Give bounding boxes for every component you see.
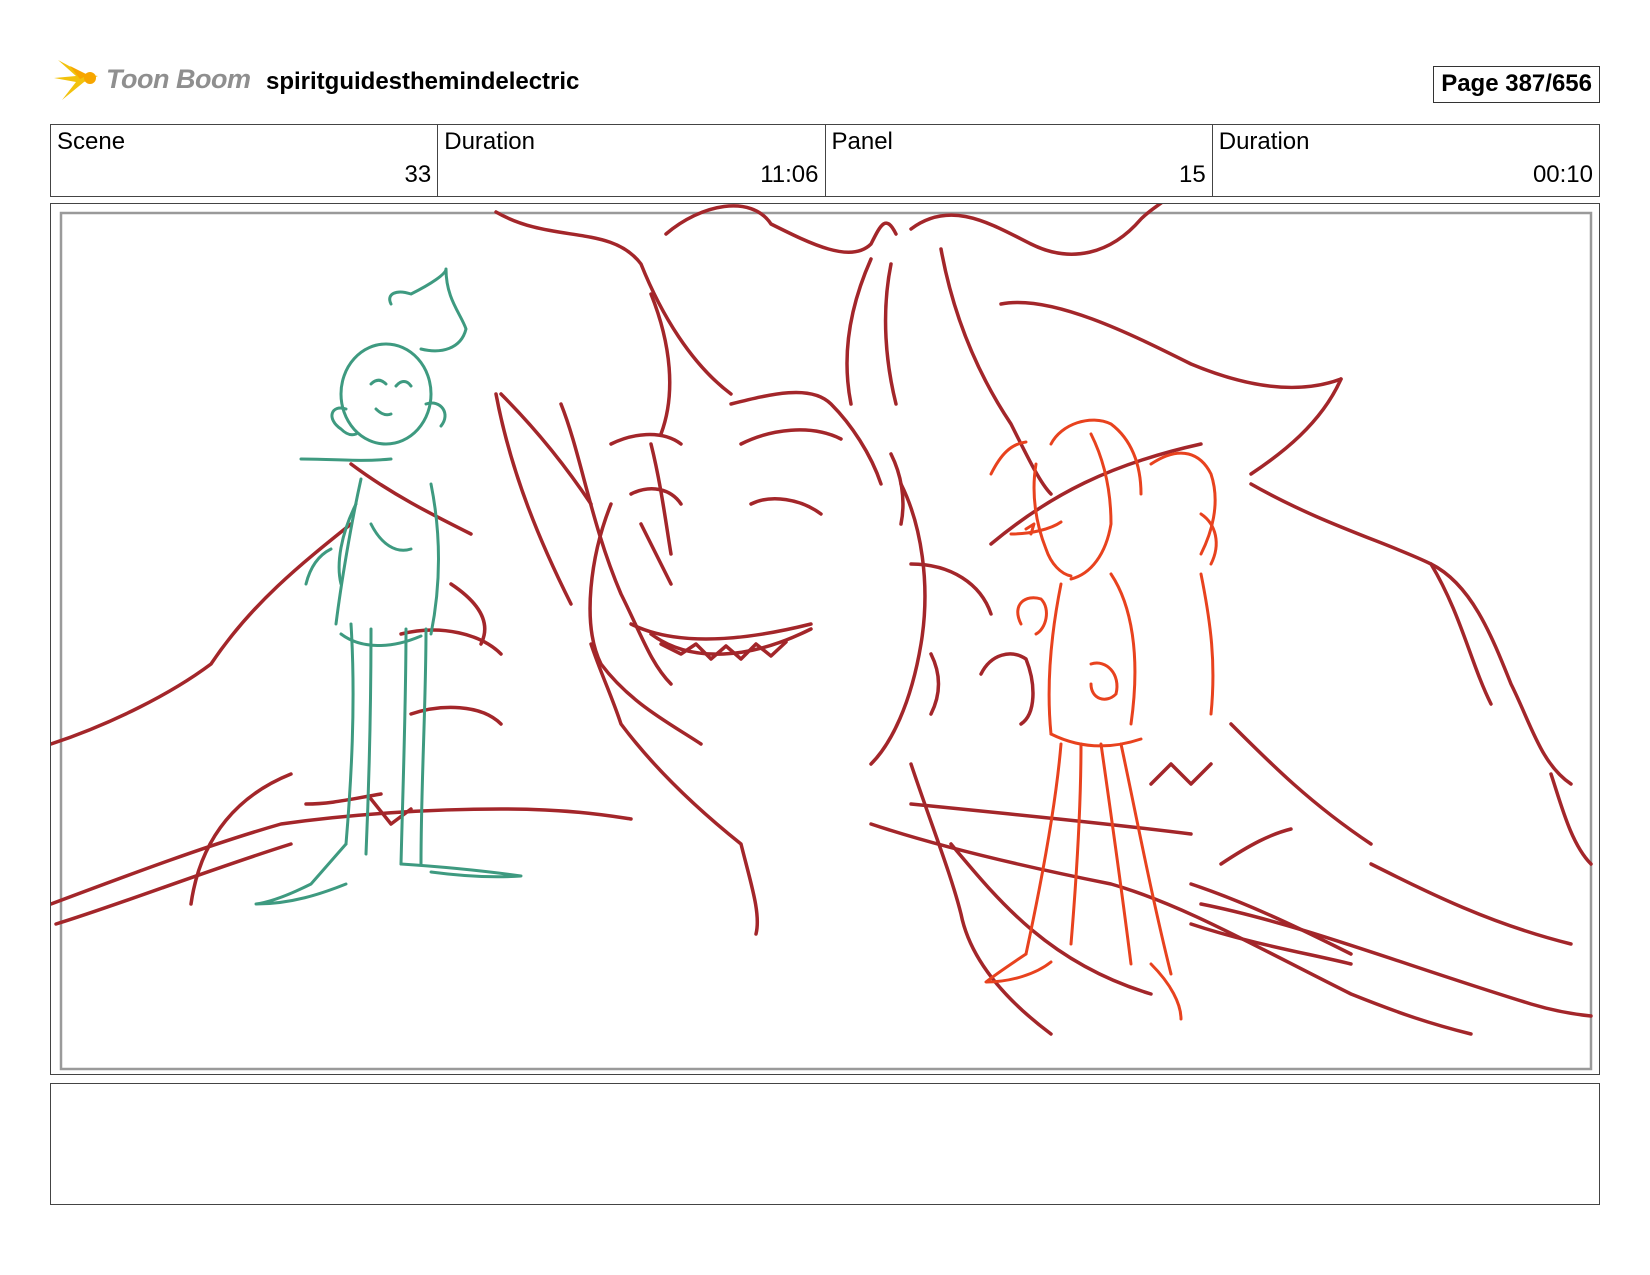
scene-duration-cell: Duration 11:06 (438, 125, 826, 196)
storyboard-panel (50, 203, 1600, 1075)
page-header: Toon Boom spiritguidesthemindelectric Pa… (50, 56, 1600, 106)
scene-label: Scene (57, 128, 126, 155)
panel-label: Panel (831, 128, 893, 155)
panel-duration-value: 00:10 (1532, 161, 1593, 188)
panel-duration-cell: Duration 00:10 (1213, 125, 1599, 196)
panel-notes-box (50, 1083, 1600, 1205)
scene-value: 33 (404, 161, 432, 188)
storyboard-sketch-image (51, 204, 1593, 1071)
page-number-badge: Page 387/656 (1433, 66, 1600, 103)
scene-duration-label: Duration (444, 128, 535, 155)
panel-value: 15 (1179, 161, 1206, 188)
project-title: spiritguidesthemindelectric (266, 68, 580, 95)
logo-starburst-icon (54, 60, 98, 100)
panel-info-table: Scene 33 Duration 11:06 Panel 15 Duratio… (50, 124, 1600, 197)
scene-cell: Scene 33 (51, 125, 439, 196)
scene-duration-value: 11:06 (760, 161, 819, 188)
logo-text: Toon Boom (106, 64, 251, 94)
toon-boom-logo: Toon Boom (50, 56, 251, 106)
panel-cell: Panel 15 (826, 125, 1213, 196)
orange-character-sketch (984, 418, 1218, 1021)
demon-sketch (51, 204, 1593, 1036)
panel-duration-label: Duration (1218, 128, 1310, 155)
